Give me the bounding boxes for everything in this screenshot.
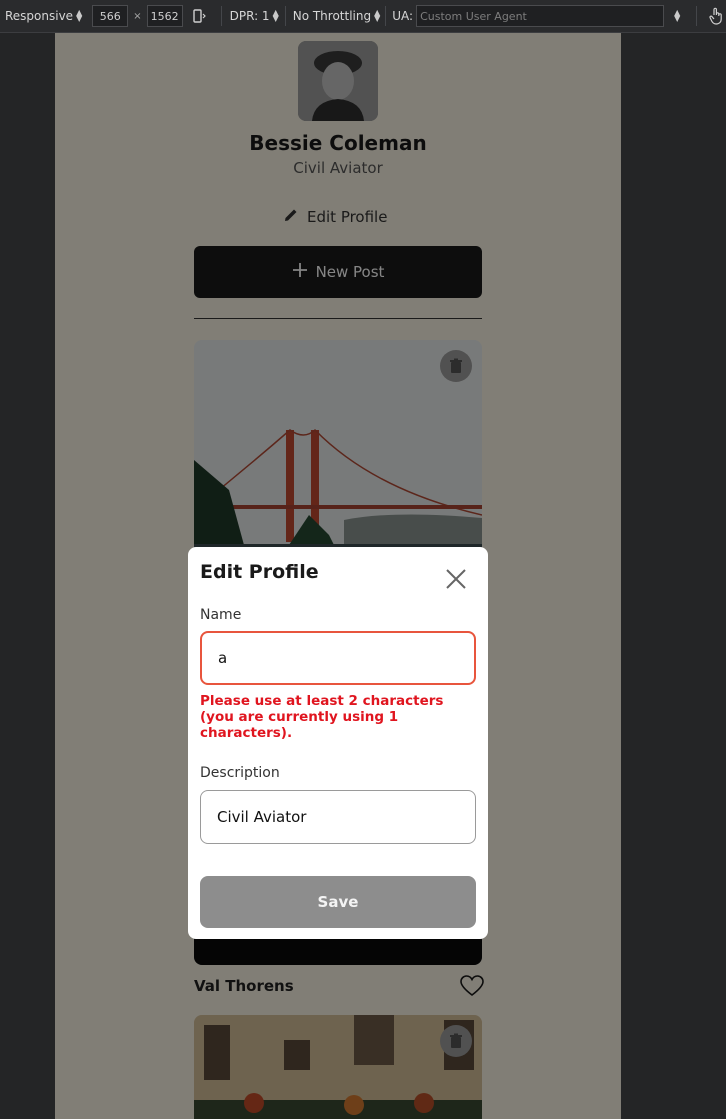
touch-icon[interactable] [709,7,725,25]
toolbar-separator [284,6,286,26]
select-arrows-icon: ▲ ▼ [374,8,381,23]
dpr-label: DPR: 1 [229,9,270,23]
description-label: Description [200,765,280,781]
devtools-device-toolbar: Responsive ▲ ▼ 566 × 1562 DPR: 1 ▲ ▼ No Th… [0,0,726,33]
device-mode-select[interactable]: Responsive ▲ ▼ [5,8,83,24]
name-label: Name [200,607,242,623]
dpr-select[interactable]: DPR: 1 ▲ ▼ [229,8,279,24]
ua-select-arrows-icon[interactable]: ▲ ▼ [674,9,680,23]
rotate-icon[interactable] [191,7,209,25]
modal-title: Edit Profile [200,561,319,583]
name-input[interactable] [200,631,476,685]
toolbar-separator [696,6,698,26]
user-agent-placeholder: Custom User Agent [420,9,527,23]
ua-label: UA: [392,9,414,23]
toolbar-separator [385,6,387,26]
select-arrows-icon: ▲ ▼ [76,8,83,23]
device-viewport: Bessie Coleman Civil Aviator Edit Profil… [55,33,621,1119]
throttling-select[interactable]: No Throttling ▲ ▼ [292,8,381,24]
viewport-width-input[interactable]: 566 [92,5,129,27]
profile-page: Bessie Coleman Civil Aviator Edit Profil… [55,33,621,1119]
throttling-label: No Throttling [292,9,372,23]
save-button[interactable]: Save [200,876,476,928]
close-icon[interactable] [444,567,468,591]
viewport-height-input[interactable]: 1562 [146,5,183,27]
toolbar-separator [220,6,222,26]
name-error-message: Please use at least 2 characters (you ar… [200,693,444,741]
description-input[interactable] [200,790,476,844]
device-mode-label: Responsive [5,9,74,23]
select-arrows-icon: ▲ ▼ [272,8,279,23]
dimension-separator: × [133,10,142,22]
user-agent-input[interactable]: Custom User Agent [416,5,665,27]
edit-profile-modal: Edit Profile Name Please use at least 2 … [188,547,488,939]
